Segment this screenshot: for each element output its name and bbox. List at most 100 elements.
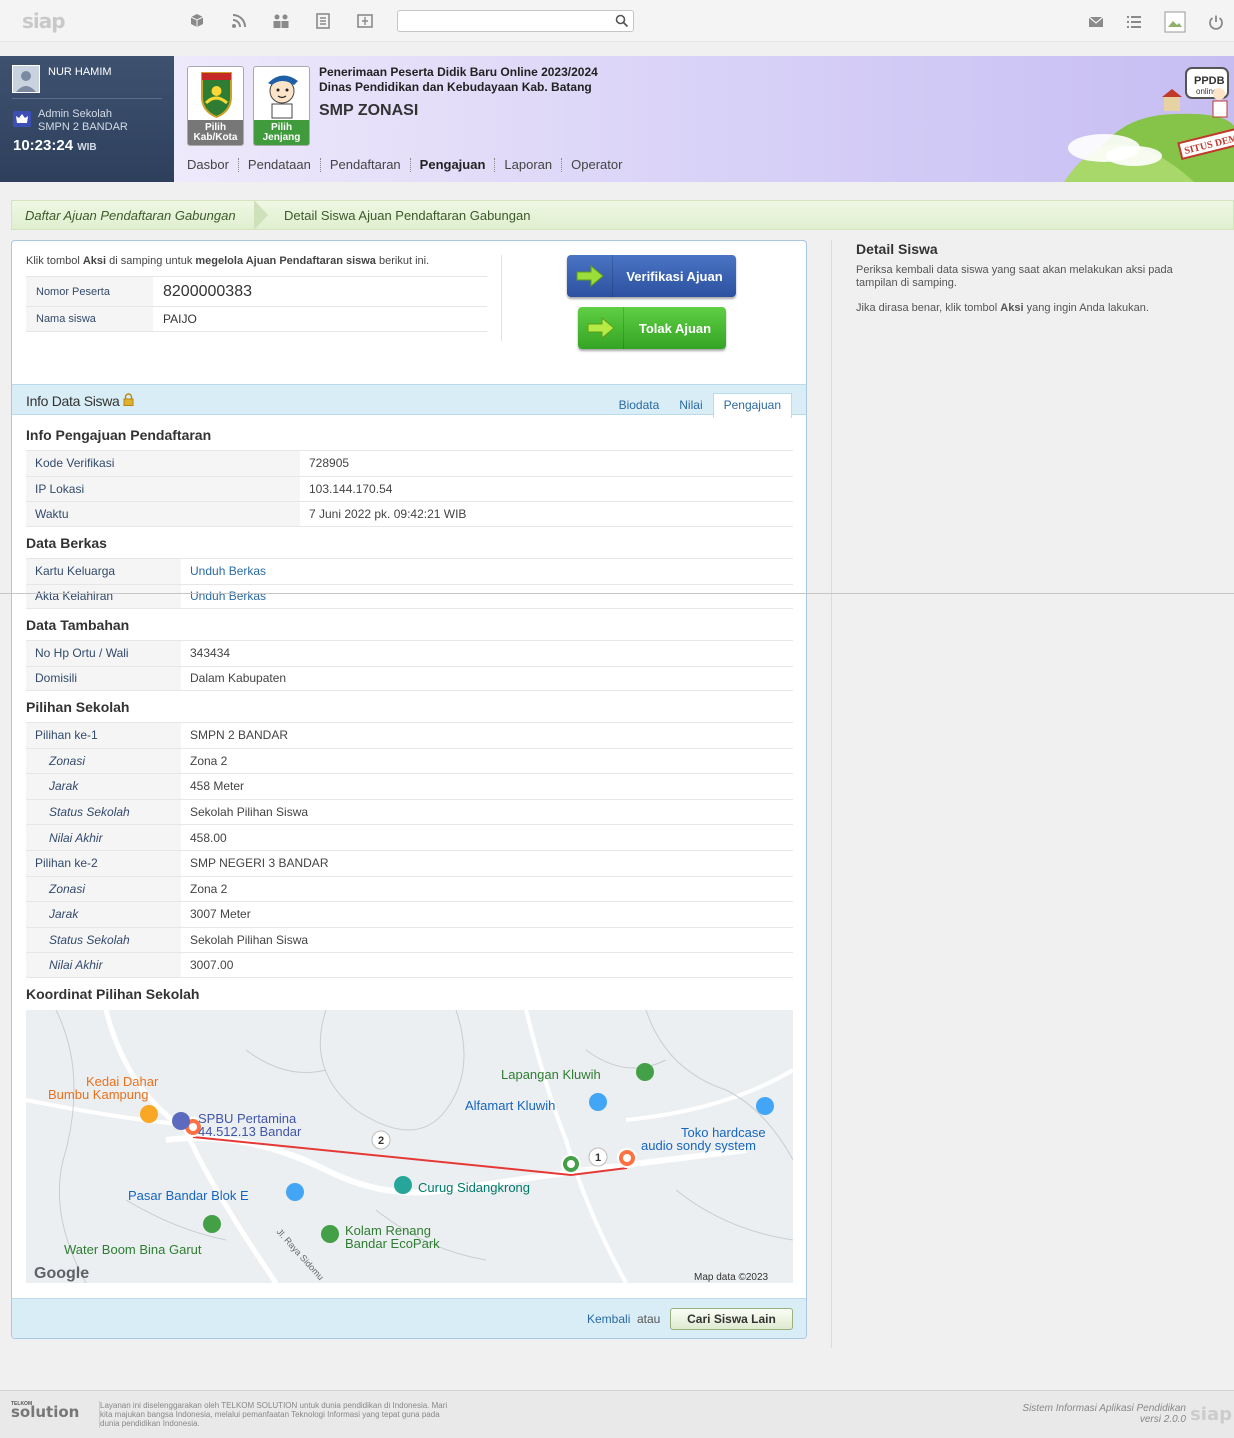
telkom-solution-logo: solution [11,1403,80,1421]
hint-mid: di samping untuk [106,255,196,267]
action-hint: Klik tombol Aksi di samping untuk megelo… [26,255,429,267]
search-input[interactable] [397,10,634,32]
user-role: Admin Sekolah SMPN 2 BANDAR [38,108,128,134]
park-poi-icon[interactable] [203,1215,221,1233]
row-value: 458 Meter [190,779,245,794]
download-akta-link[interactable]: Unduh Berkas [181,585,266,609]
restaurant-poi-icon[interactable] [140,1105,158,1123]
page-guide-line [0,593,1234,594]
banner-title: Penerimaan Peserta Didik Baru Online 202… [319,65,598,95]
row-label: Zonasi [26,748,181,774]
user-role-label: Admin Sekolah [38,108,112,120]
row-value: 343434 [190,646,231,661]
nama-siswa-row: Nama siswa PAIJO [26,306,487,332]
clock: 10:23:24 WIB [13,137,97,154]
row-label: Zonasi [26,876,181,902]
tab-nilai[interactable]: Nilai [669,394,712,418]
row-label: Pilihan ke-2 [26,850,181,876]
nomor-peserta-label: Nomor Peserta [26,277,153,306]
pilihan-table: Pilihan ke-1 SMPN 2 BANDAR Zonasi Zona 2 J… [26,722,793,978]
row-label: Status Sekolah [26,927,181,953]
row-value: SMP NEGERI 3 BANDAR [190,856,329,871]
section-pengajuan-title: Info Pengajuan Pendaftaran [26,427,212,443]
marker-label-2: 2 [378,1135,384,1147]
siap-footer-logo: siap [1190,1404,1232,1425]
table-row: Akta Kelahiran Unduh Berkas [26,583,793,610]
breadcrumb-separator [254,200,268,230]
table-row: Zonasi Zona 2 [26,747,793,774]
pick-kabkota-button[interactable]: Pilih Kab/Kota [187,66,244,146]
map-label: Alfamart Kluwih [465,1098,555,1113]
map-canvas: 1 2 Kedai Dahar Bumbu Kampung SPBU Perta… [26,1010,793,1283]
ppdb-logo-text: PPDB [1194,75,1225,87]
avatar[interactable] [12,65,40,93]
table-row: No Hp Ortu / Wali 343434 [26,640,793,666]
row-label: No Hp Ortu / Wali [26,641,181,666]
verify-button[interactable]: Verifikasi Ajuan [567,255,736,297]
cube-icon[interactable] [186,12,208,30]
map-label: 44.512.13 Bandar [198,1124,302,1139]
nav-pendaftaran[interactable]: Pendaftaran [321,158,411,172]
park-poi-icon[interactable] [321,1225,339,1243]
right-p2-bold: Aksi [1000,302,1024,314]
tab-pengajuan[interactable]: Pengajuan [712,393,792,418]
lock-icon [123,393,134,406]
reject-button[interactable]: Tolak Ajuan [578,307,726,349]
row-label: Nilai Akhir [26,825,181,850]
power-icon[interactable] [1208,14,1224,30]
document-icon[interactable] [312,12,334,30]
report-icon[interactable] [354,12,376,30]
row-value: SMPN 2 BANDAR [190,728,289,743]
list-icon[interactable] [1126,15,1142,29]
table-row: IP Lokasi 103.144.170.54 [26,475,793,502]
section-tambahan-title: Data Tambahan [26,617,130,633]
clock-time: 10:23:24 [13,137,74,154]
shop-poi-icon[interactable] [756,1097,774,1115]
row-value: 7 Juni 2022 pk. 09:42:21 WIB [309,506,467,521]
row-label: Kartu Keluarga [26,559,181,584]
breadcrumb-parent[interactable]: Daftar Ajuan Pendaftaran Gabungan [25,208,236,223]
info-tabs: Biodata Nilai Pengajuan [609,393,792,418]
school-map[interactable]: 1 2 Kedai Dahar Bumbu Kampung SPBU Perta… [26,1010,793,1283]
nav-operator[interactable]: Operator [562,158,631,172]
pick-jenjang-button[interactable]: Pilih Jenjang [253,66,310,146]
park-poi-icon[interactable] [636,1063,654,1081]
user-panel: NUR HAMIM Admin Sekolah SMPN 2 BANDAR 10… [0,56,174,182]
table-row: Pilihan ke-2 SMP NEGERI 3 BANDAR [26,849,793,876]
section-map-title: Koordinat Pilihan Sekolah [26,986,200,1002]
reject-label: Tolak Ajuan [638,320,712,336]
row-value: 103.144.170.54 [309,481,393,496]
clock-timezone: WIB [77,142,97,153]
search-icon[interactable] [615,14,629,28]
hint-manage: megelola Ajuan Pendaftaran siswa [195,255,376,267]
right-paragraph-2: Jika dirasa benar, klik tombol Aksi yang… [856,302,1216,315]
table-row: Status Sekolah Sekolah Pilihan Siswa [26,926,793,953]
banner-title-line2: Dinas Pendidikan dan Kebudayaan Kab. Bat… [319,80,592,94]
download-kk-link[interactable]: Unduh Berkas [181,559,266,584]
search-other-student-button[interactable]: Cari Siswa Lain [670,1308,793,1330]
back-link[interactable]: Kembali [587,1312,630,1326]
info-title-text: Info Data Siswa [26,393,120,409]
gas-station-poi-icon[interactable] [172,1112,190,1130]
users-icon[interactable] [270,12,292,30]
verify-label: Verifikasi Ajuan [626,268,723,284]
user-divider [12,98,162,99]
row-label: Nilai Akhir [26,953,181,977]
footer-text: Layanan ini diselenggarakan oleh TELKOM … [99,1401,459,1428]
nav-dasbor[interactable]: Dasbor [187,158,239,172]
rss-icon[interactable] [228,12,250,30]
top-right-tools [1088,11,1224,33]
mail-icon[interactable] [1088,16,1104,28]
nav-pendataan[interactable]: Pendataan [239,158,321,172]
waterfall-poi-icon[interactable] [394,1176,412,1194]
nav-pengajuan[interactable]: Pengajuan [411,158,496,172]
siap-logo[interactable]: siap [22,9,66,33]
shop-poi-icon[interactable] [589,1093,607,1111]
row-label: Jarak [26,774,181,799]
info-title: Info Data Siswa [26,393,134,409]
tab-biodata[interactable]: Biodata [609,394,670,418]
profile-image-icon[interactable] [1164,11,1186,33]
market-poi-icon[interactable] [286,1183,304,1201]
nav-laporan[interactable]: Laporan [495,158,563,172]
column-divider [831,240,832,1348]
